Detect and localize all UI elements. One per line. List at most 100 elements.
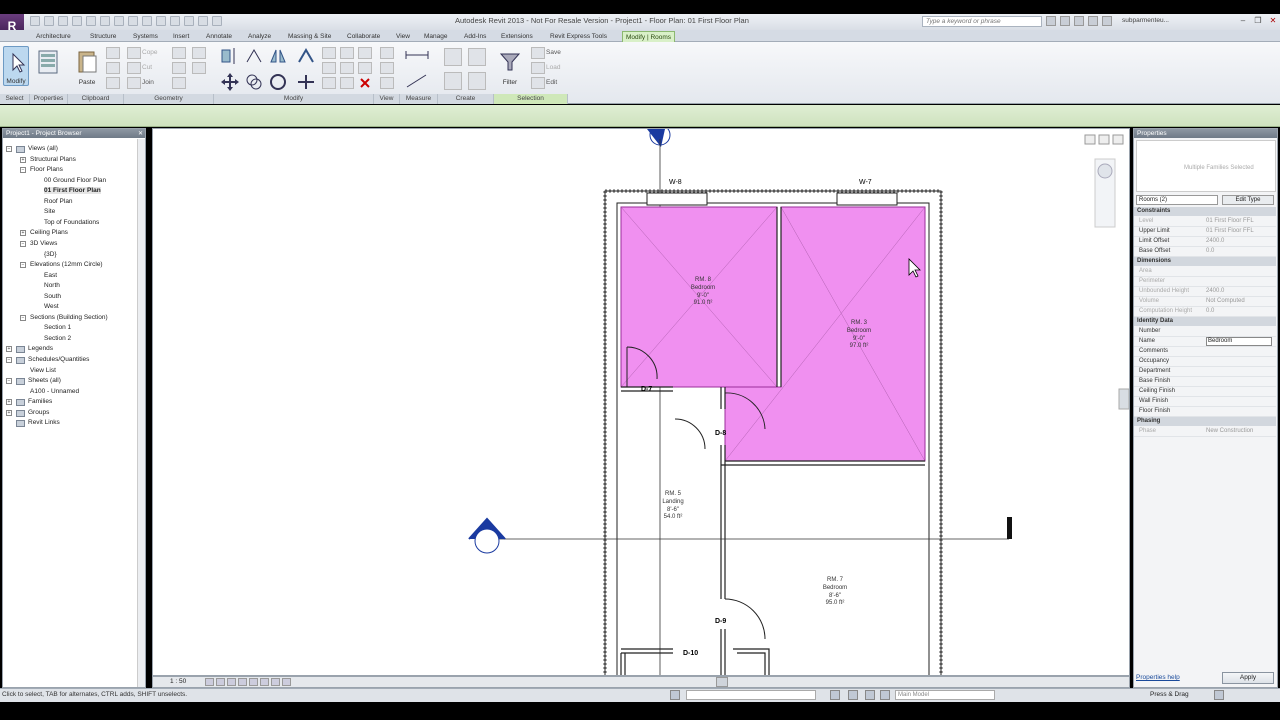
room-tag-type[interactable]: Landing <box>662 499 683 505</box>
trim-multiple-icon[interactable] <box>340 47 354 59</box>
tab-manage[interactable]: Manage <box>421 31 451 42</box>
rotate-icon[interactable] <box>268 72 288 92</box>
property-value[interactable]: 01 First Floor FFL <box>1206 228 1254 234</box>
property-row[interactable]: Floor Finish <box>1134 407 1276 417</box>
browser-item[interactable]: Sheets (all) <box>28 377 61 384</box>
property-row[interactable]: Phase New Construction <box>1134 427 1276 437</box>
tab-architecture[interactable]: Architecture <box>33 31 74 42</box>
browser-item[interactable]: {3D} <box>44 251 57 258</box>
property-value[interactable]: 0.0 <box>1206 308 1214 314</box>
room-tag-type[interactable]: Bedroom <box>823 585 847 591</box>
panel-modify[interactable]: Modify <box>214 94 374 104</box>
property-row[interactable]: Base Offset 0.0 <box>1134 247 1276 257</box>
show-crop-icon[interactable] <box>260 678 269 686</box>
tab-view[interactable]: View <box>393 31 413 42</box>
property-value[interactable]: 2400.0 <box>1206 238 1224 244</box>
property-section-header[interactable]: Identity Data <box>1134 317 1276 326</box>
properties-help-link[interactable]: Properties help <box>1136 674 1180 681</box>
elevation-marker-left[interactable] <box>468 517 506 554</box>
copy-icon[interactable] <box>106 62 120 74</box>
browser-item[interactable]: Roof Plan <box>44 198 73 205</box>
match-type-icon[interactable] <box>106 77 120 89</box>
property-section-header[interactable]: Phasing <box>1134 417 1276 426</box>
switch-windows-icon[interactable] <box>198 16 208 26</box>
browser-close-icon[interactable]: ✕ <box>138 130 144 137</box>
property-row[interactable]: Number <box>1134 327 1276 337</box>
tree-expander-icon[interactable]: + <box>20 230 26 237</box>
browser-item[interactable]: Revit Links <box>28 419 60 426</box>
save-selection-icon[interactable] <box>531 47 545 59</box>
panel-clipboard[interactable]: Clipboard <box>68 94 124 104</box>
demolish-icon[interactable] <box>172 77 186 89</box>
visual-style-icon[interactable] <box>216 678 225 686</box>
worksets-icon[interactable] <box>670 690 680 700</box>
text-icon[interactable] <box>128 16 138 26</box>
undo-icon[interactable] <box>58 16 68 26</box>
communication-icon[interactable] <box>1074 16 1084 26</box>
filter-button[interactable]: Filter <box>497 46 523 86</box>
panel-geometry[interactable]: Geometry <box>124 94 214 104</box>
press-drag-toggle[interactable]: Press & Drag <box>1150 691 1189 698</box>
subscription-icon[interactable] <box>1060 16 1070 26</box>
move-icon[interactable] <box>220 72 240 92</box>
property-row[interactable]: Name Bedroom <box>1134 337 1276 347</box>
editable-only-icon[interactable] <box>830 690 840 700</box>
room-tag-name[interactable]: RM. 7 <box>827 577 844 583</box>
mirror-draw-icon[interactable] <box>358 47 372 59</box>
paint-icon[interactable] <box>172 62 186 74</box>
browser-item[interactable]: 3D Views <box>30 240 57 247</box>
room-tag-name[interactable]: RM. 5 <box>665 491 682 497</box>
room-tag-type[interactable]: Bedroom <box>847 328 871 334</box>
panel-selection[interactable]: Selection <box>494 94 568 104</box>
browser-item[interactable]: 01 First Floor Plan <box>44 187 101 195</box>
room-tag-name[interactable]: RM. 8 <box>695 277 712 283</box>
tree-expander-icon[interactable]: + <box>6 409 12 416</box>
view-scale[interactable]: 1 : 50 <box>170 678 186 685</box>
property-row[interactable]: Base Finish <box>1134 377 1276 387</box>
override-graphics-icon[interactable] <box>380 62 394 74</box>
redo-icon[interactable] <box>72 16 82 26</box>
tab-collaborate[interactable]: Collaborate <box>344 31 383 42</box>
user-name[interactable]: subparmenteu... <box>1122 17 1169 24</box>
apply-button[interactable]: Apply <box>1222 672 1274 684</box>
panel-view[interactable]: View <box>374 94 400 104</box>
browser-item[interactable]: Floor Plans <box>30 166 63 173</box>
mirror-axis-icon[interactable] <box>268 46 288 66</box>
reveal-hidden-icon[interactable] <box>282 678 291 686</box>
measure-icon[interactable] <box>100 16 110 26</box>
tab-massing-site[interactable]: Massing & Site <box>285 31 334 42</box>
scale-icon[interactable] <box>322 77 336 89</box>
navigation-bar[interactable] <box>1094 158 1116 228</box>
tree-expander-icon[interactable]: − <box>20 262 26 269</box>
browser-item[interactable]: Top of Foundations <box>44 219 99 226</box>
door-swing[interactable] <box>674 418 706 450</box>
split-gap-icon[interactable] <box>358 62 372 74</box>
trim-extend-icon[interactable] <box>296 46 316 66</box>
join-icon[interactable] <box>127 77 141 89</box>
tab-revit-express-tools[interactable]: Revit Express Tools <box>547 31 610 42</box>
open-icon[interactable] <box>30 16 40 26</box>
tab-annotate[interactable]: Annotate <box>203 31 235 42</box>
user-icon[interactable] <box>1102 16 1112 26</box>
create-parts-icon[interactable] <box>468 48 486 66</box>
minimize-icon[interactable]: – <box>1236 14 1250 28</box>
create-assembly-icon[interactable] <box>444 48 462 66</box>
pin-icon[interactable] <box>340 62 354 74</box>
trim-single-icon[interactable] <box>322 47 336 59</box>
properties-button[interactable] <box>35 46 61 86</box>
temporary-hide-icon[interactable] <box>271 678 280 686</box>
split-icon[interactable] <box>296 72 316 92</box>
panel-select[interactable]: Select <box>0 94 30 104</box>
tab-systems[interactable]: Systems <box>130 31 161 42</box>
window-w-7[interactable] <box>836 192 898 206</box>
workset-dropdown[interactable] <box>686 690 816 700</box>
browser-item[interactable]: View List <box>30 367 56 374</box>
tree-expander-icon[interactable]: − <box>6 146 12 152</box>
section-end-marker[interactable] <box>1007 517 1012 539</box>
door-d-9[interactable] <box>724 598 766 640</box>
property-row[interactable]: Department <box>1134 367 1276 377</box>
tree-expander-icon[interactable]: + <box>20 156 26 163</box>
room-tag-name[interactable]: RM. 3 <box>851 320 868 326</box>
canvas-vertical-scroll-thumb[interactable] <box>1118 388 1129 410</box>
browser-item[interactable]: West <box>44 303 59 310</box>
